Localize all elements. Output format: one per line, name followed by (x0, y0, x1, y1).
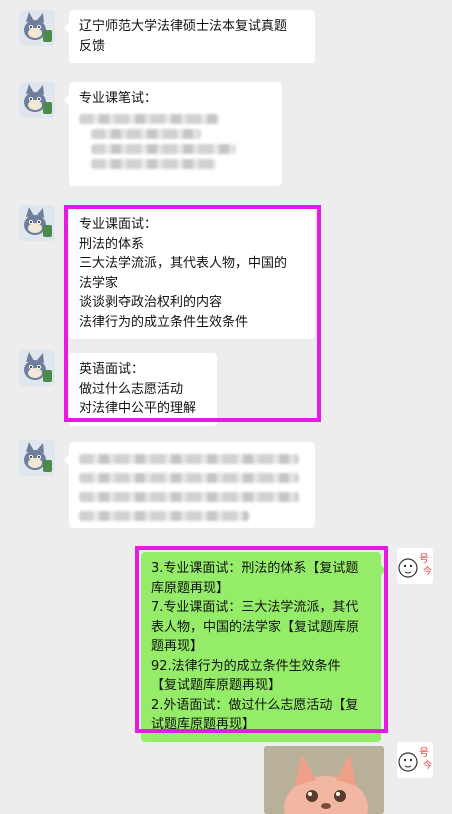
blurred-text (79, 454, 299, 464)
cartoon-cat-avatar-icon (19, 440, 55, 476)
blurred-text (79, 473, 299, 483)
message-text: 题再现】 (151, 639, 204, 654)
message-text: 试题库原题再现】 (151, 717, 256, 732)
message-bubble[interactable]: 专业课笔试： (64, 82, 282, 186)
svg-text:今: 今 (423, 565, 432, 577)
cartoon-cat-avatar-icon (19, 10, 55, 46)
message-text: 7.专业课面试：三大法学流派，其代 (151, 600, 359, 615)
contact-avatar[interactable] (19, 82, 55, 118)
cartoon-cat-avatar-icon (19, 82, 55, 118)
sketch-avatar-icon: 号今 (397, 548, 433, 584)
message-bubble[interactable] (64, 442, 315, 528)
message-text: 库原题再现】 (151, 580, 230, 596)
message-text: 谈谈剥夺政治权利的内容 (79, 295, 223, 310)
svg-text:今: 今 (423, 759, 432, 771)
message-text: 【复试题库原题再现】 (151, 678, 282, 693)
cartoon-cat-avatar-icon (19, 350, 55, 386)
message-text: 2.外语面试：做过什么志愿活动【复 (151, 697, 359, 713)
blurred-text (91, 128, 201, 139)
pink-fox-sticker[interactable] (264, 746, 384, 814)
message-text: 对法律中公平的理解 (79, 401, 197, 416)
contact-avatar[interactable] (19, 205, 55, 241)
message-text: 3.专业课面试：刑法的体系【复试题 (151, 561, 359, 576)
self-avatar[interactable]: 号今 (397, 742, 433, 778)
message-text: 专业课面试： (79, 217, 158, 232)
blurred-text (79, 511, 249, 521)
contact-avatar[interactable] (19, 10, 55, 46)
message-bubble[interactable]: 辽宁师范大学法律硕士法本复试真题 反馈 (64, 10, 315, 63)
message-text: 专业课笔试： (79, 91, 158, 106)
blurred-text (79, 113, 219, 124)
sent-message-bubble[interactable]: 3.专业课面试：刑法的体系【复试题 库原题再现】 7.专业课面试：三大法学流派，… (141, 552, 386, 742)
contact-avatar[interactable] (19, 350, 55, 386)
message-bubble[interactable]: 英语面试： 做过什么志愿活动 对法律中公平的理解 (64, 353, 217, 426)
self-avatar[interactable]: 号今 (397, 548, 433, 584)
message-text: 刑法的体系 (79, 236, 145, 252)
contact-avatar[interactable] (19, 440, 55, 476)
message-text: 英语面试： (79, 362, 145, 377)
cartoon-cat-avatar-icon (19, 205, 55, 241)
message-bubble[interactable]: 专业课面试： 刑法的体系 三大法学流派，其代表人物，中国的 法学家 谈谈剥夺政治… (64, 208, 315, 339)
message-text: 92.法律行为的成立条件生效条件 (151, 658, 341, 674)
blurred-text (91, 158, 216, 169)
blurred-text (79, 492, 299, 502)
message-text: 辽宁师范大学法律硕士法本复试真题 (79, 19, 288, 34)
message-text: 反馈 (79, 38, 106, 54)
message-text: 法学家 (79, 275, 119, 291)
message-text: 做过什么志愿活动 (79, 381, 184, 397)
message-text: 法律行为的成立条件生效条件 (79, 314, 249, 330)
svg-text:号: 号 (419, 553, 429, 565)
sketch-avatar-icon: 号今 (397, 742, 433, 778)
pink-fox-sticker-icon (264, 746, 384, 814)
message-text: 三大法学流派，其代表人物，中国的 (79, 256, 288, 271)
message-text: 表人物，中国的法学家【复试题库原 (151, 619, 360, 635)
svg-text:号: 号 (419, 747, 429, 759)
blurred-text (91, 143, 236, 154)
